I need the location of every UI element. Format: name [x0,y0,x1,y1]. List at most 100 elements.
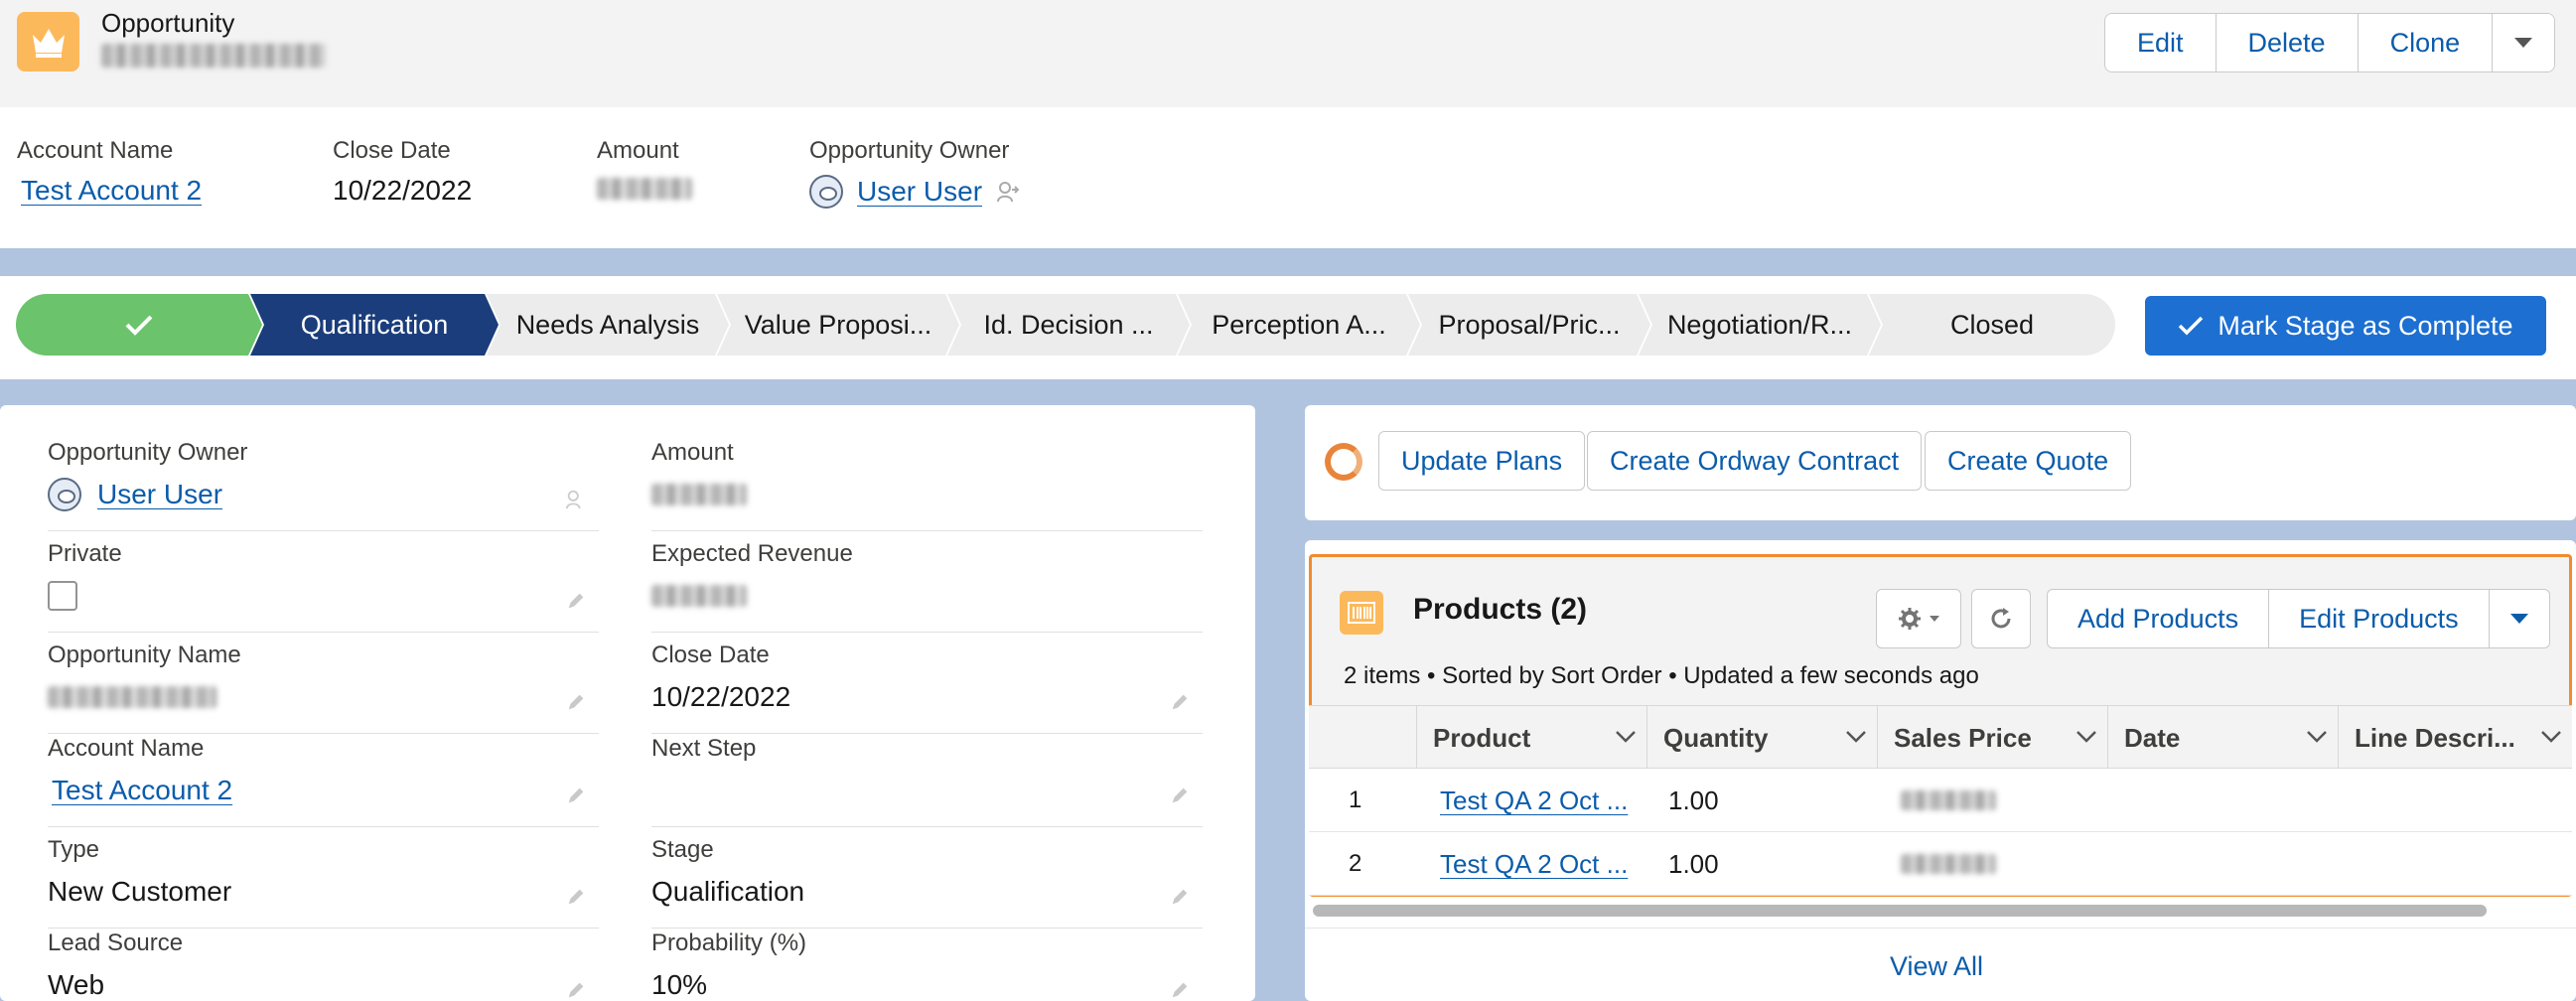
field-close-date: Close Date 10/22/2022 [651,642,1203,734]
change-owner-icon[interactable] [996,180,1020,204]
next-step-value [651,773,1203,808]
field-label: Expected Revenue [651,540,853,567]
pencil-icon[interactable] [565,785,587,806]
column-header-sales-price[interactable]: Sales Price [1877,706,2107,770]
gear-icon [1899,608,1921,630]
account-name-link[interactable]: Test Account 2 [21,175,202,206]
path-stage-closed[interactable]: Closed [1869,294,2115,356]
pencil-icon[interactable] [565,590,587,612]
owner-link[interactable]: User User [97,479,222,510]
highlight-label: Close Date [333,137,451,164]
products-table: Product Quantity Sales Price Date Line D… [1309,705,2572,896]
field-label: Lead Source [48,930,184,956]
row-number: 2 [1349,850,1362,877]
list-settings-button[interactable] [1876,589,1961,648]
table-header: Product Quantity Sales Price Date Line D… [1309,705,2572,770]
delete-button[interactable]: Delete [2216,14,2359,72]
highlight-label: Amount [597,137,679,164]
pencil-icon[interactable] [1169,691,1191,713]
amount-redacted [597,178,692,200]
view-all-link[interactable]: View All [1305,951,2568,982]
pencil-icon[interactable] [565,979,587,1001]
probability-value: 10% [651,969,708,1000]
close-date-value: 10/22/2022 [333,175,473,206]
field-label: Private [48,540,122,567]
refresh-icon [1991,608,2011,629]
owner-link[interactable]: User User [857,176,982,208]
product-link[interactable]: Test QA 2 Oct ... [1440,849,1628,880]
edit-button[interactable]: Edit [2105,14,2217,72]
highlight-amount: Amount [597,137,692,207]
pencil-icon[interactable] [565,886,587,908]
products-meta: 2 items • Sorted by Sort Order • Updated… [1344,662,1979,689]
private-checkbox[interactable] [48,581,77,611]
highlight-label: Account Name [17,137,174,164]
highlight-account-name: Account Name Test Account 2 [17,137,202,207]
record-header-top: Opportunity Edit Delete Clone [0,0,2576,107]
column-label: Quantity [1663,722,1769,753]
change-owner-icon[interactable] [565,489,587,510]
path-stage-value-proposition[interactable]: Value Proposi... [717,294,959,356]
checkmark-icon [2179,316,2204,336]
pencil-icon[interactable] [1169,886,1191,908]
field-account-name: Account Name Test Account 2 [48,735,599,827]
chevron-down-icon [1930,616,1939,622]
edit-products-button[interactable]: Edit Products [2269,590,2490,647]
path-stage-id-decision[interactable]: Id. Decision ... [947,294,1190,356]
more-actions-button[interactable] [2493,14,2555,72]
path-stage-complete[interactable] [16,294,262,356]
add-products-button[interactable]: Add Products [2048,590,2270,647]
path-stage-negotiation-review[interactable]: Negotiation/R... [1639,294,1881,356]
pencil-icon[interactable] [565,691,587,713]
field-label: Opportunity Owner [48,439,248,466]
product-link[interactable]: Test QA 2 Oct ... [1440,786,1628,816]
create-quote-button[interactable]: Create Quote [1925,431,2132,491]
create-ordway-contract-button[interactable]: Create Ordway Contract [1587,431,1923,491]
horizontal-scrollbar[interactable] [1313,905,2487,917]
lead-source-value: Web [48,969,105,1000]
path-stage-proposal-price[interactable]: Proposal/Pric... [1408,294,1650,356]
field-label: Opportunity Name [48,642,241,668]
table-row: 2 Test QA 2 Oct ... 1.00 [1309,832,2572,896]
chevron-down-icon [2509,614,2528,624]
column-header-line-description[interactable]: Line Descri... [2338,706,2572,770]
field-label: Probability (%) [651,930,807,956]
pencil-icon[interactable] [1169,785,1191,806]
sales-price-redacted [1901,790,1996,810]
products-more-button[interactable] [2490,590,2549,647]
product-cell: Test QA 2 Oct ... [1440,769,1628,832]
highlights-panel: Account Name Test Account 2 Close Date 1… [0,107,2576,248]
column-label: Product [1433,722,1531,753]
path-stage-qualification[interactable]: Qualification [250,294,499,356]
field-opportunity-owner: Opportunity Owner User User [48,439,599,531]
update-plans-button[interactable]: Update Plans [1378,431,1586,491]
products-actions: Add Products Edit Products [2047,589,2550,648]
field-label: Amount [651,439,734,466]
mark-stage-complete-button[interactable]: Mark Stage as Complete [2145,296,2546,356]
record-actions: Edit Delete Clone [2104,13,2556,72]
column-header-product[interactable]: Product [1416,706,1646,770]
field-stage: Stage Qualification [651,836,1203,929]
column-header-quantity[interactable]: Quantity [1646,706,1877,770]
column-label: Line Descri... [2355,722,2515,753]
column-header-date[interactable]: Date [2107,706,2338,770]
opportunity-name-redacted [48,686,216,708]
sales-price-cell [1901,832,1996,896]
account-name-link[interactable]: Test Account 2 [52,775,232,806]
refresh-button[interactable] [1971,589,2031,648]
column-label: Sales Price [1894,722,2032,753]
close-date-value: 10/22/2022 [651,681,791,712]
pencil-icon[interactable] [1169,979,1191,1001]
user-avatar-icon [809,175,843,209]
ordway-logo-icon [1325,443,1362,481]
chevron-down-icon [2514,38,2533,48]
sales-price-cell [1901,769,1996,832]
clone-button[interactable]: Clone [2358,14,2494,72]
user-avatar-icon [48,478,81,511]
expected-revenue-redacted [651,585,747,607]
path-stage-perception-analysis[interactable]: Perception A... [1178,294,1420,356]
path-stage-needs-analysis[interactable]: Needs Analysis [487,294,729,356]
table-row: 1 Test QA 2 Oct ... 1.00 [1309,769,2572,832]
divider [1305,928,2576,929]
product-cell: Test QA 2 Oct ... [1440,832,1628,896]
